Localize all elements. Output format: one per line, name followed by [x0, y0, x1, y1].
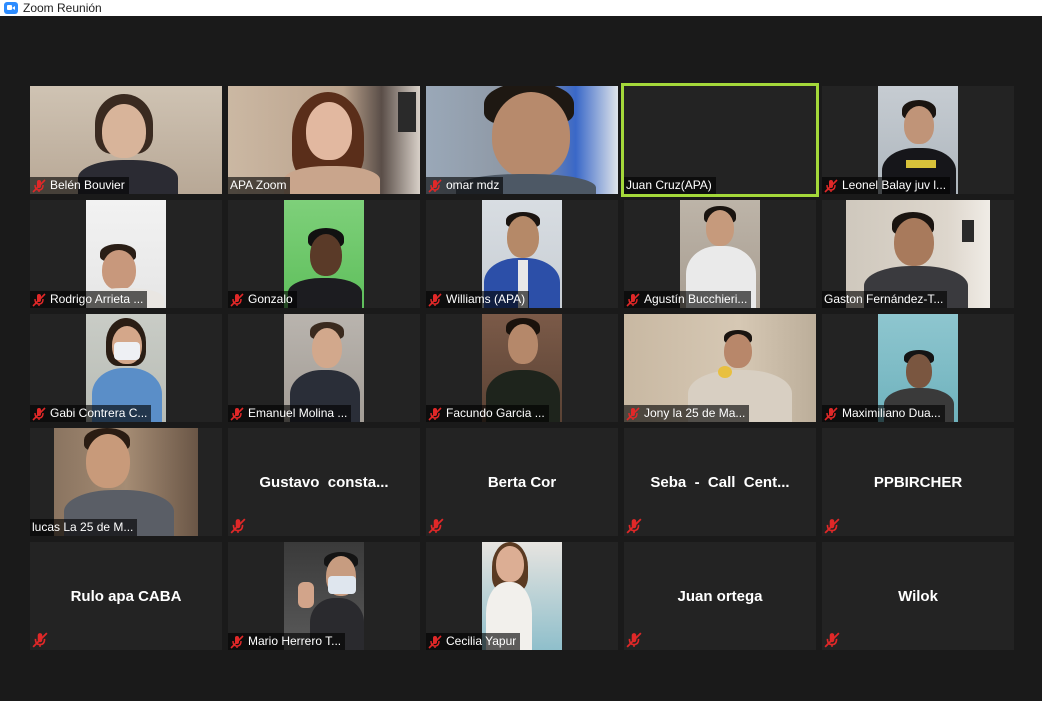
participant-tile[interactable]: Agustín Bucchieri... [624, 200, 816, 308]
muted-mic-icon [428, 178, 442, 193]
participant-name-label: Mario Herrero T... [228, 633, 346, 650]
muted-mic-icon [428, 292, 442, 307]
participant-name-label: Maximiliano Dua... [822, 405, 945, 422]
muted-mic-icon [230, 634, 244, 649]
muted-mic-icon [32, 406, 46, 421]
muted-mic-icon [824, 632, 840, 648]
participant-tile[interactable]: PPBIRCHER [822, 428, 1014, 536]
participant-tile[interactable]: Jony la 25 de Ma... [624, 314, 816, 422]
participant-name: Cecilia Yapur [446, 634, 517, 648]
muted-mic-icon [824, 178, 838, 193]
participant-tile[interactable]: Wilok [822, 542, 1014, 650]
participant-name: Agustín Bucchieri... [644, 292, 748, 306]
participant-name: Leonel Balay juv l... [842, 178, 947, 192]
participant-display-name: Gustavo consta... [259, 473, 389, 491]
participant-tile[interactable]: Rodrigo Arrieta ... [30, 200, 222, 308]
participant-name-label: APA Zoom [228, 177, 291, 194]
participant-name-label: Juan Cruz(APA) [624, 177, 716, 194]
participant-name: Williams (APA) [446, 292, 526, 306]
participant-name-label: Gabi Contrera C... [30, 405, 152, 422]
gallery-view: Belén Bouvier APA Zoom omar mdz Juan Cru… [0, 16, 1042, 701]
participant-display-name: PPBIRCHER [873, 473, 963, 491]
participant-name-label: Rodrigo Arrieta ... [30, 291, 148, 308]
participant-name: Facundo Garcia ... [446, 406, 545, 420]
participant-tile[interactable]: omar mdz [426, 86, 618, 194]
participant-tile[interactable]: Emanuel Molina ... [228, 314, 420, 422]
participant-name: Juan Cruz(APA) [626, 178, 712, 192]
participant-tile[interactable]: Leonel Balay juv l... [822, 86, 1014, 194]
muted-mic-icon [32, 292, 46, 307]
muted-mic-icon [626, 632, 642, 648]
muted-mic-icon [32, 178, 46, 193]
participant-name-label: Emanuel Molina ... [228, 405, 352, 422]
participant-tile[interactable]: Williams (APA) [426, 200, 618, 308]
participant-display-name: Juan ortega [677, 587, 763, 605]
muted-mic-icon [824, 518, 840, 534]
muted-mic-icon [230, 292, 244, 307]
muted-mic-icon [230, 518, 246, 534]
participant-tile[interactable]: Belén Bouvier [30, 86, 222, 194]
participant-tile[interactable]: Gonzalo [228, 200, 420, 308]
muted-mic-icon [824, 406, 838, 421]
participant-name: Belén Bouvier [50, 178, 125, 192]
participant-name-label: Leonel Balay juv l... [822, 177, 951, 194]
participant-tile[interactable]: Seba - Call Cent... [624, 428, 816, 536]
participant-name-label: Facundo Garcia ... [426, 405, 549, 422]
participant-name-label: lucas La 25 de M... [30, 519, 138, 536]
muted-mic-icon [428, 406, 442, 421]
participant-name-label: Belén Bouvier [30, 177, 129, 194]
participant-tile[interactable]: Gaston Fernández-T... [822, 200, 1014, 308]
muted-mic-icon [428, 518, 444, 534]
zoom-camera-icon [4, 2, 18, 14]
participant-name-label: omar mdz [426, 177, 504, 194]
participant-tile[interactable]: Juan ortega [624, 542, 816, 650]
participant-name-label: Agustín Bucchieri... [624, 291, 752, 308]
participant-name: Emanuel Molina ... [248, 406, 348, 420]
participant-tile[interactable]: Rulo apa CABA [30, 542, 222, 650]
participant-tile[interactable]: Gustavo consta... [228, 428, 420, 536]
participant-display-name: Seba - Call Cent... [650, 473, 790, 491]
participant-name: Gonzalo [248, 292, 293, 306]
participant-tile[interactable]: Maximiliano Dua... [822, 314, 1014, 422]
participant-name-label: Williams (APA) [426, 291, 530, 308]
participant-display-name: Rulo apa CABA [70, 587, 182, 605]
participant-display-name: Berta Cor [487, 473, 557, 491]
participant-tile[interactable]: Facundo Garcia ... [426, 314, 618, 422]
participant-name-label: Cecilia Yapur [426, 633, 521, 650]
participant-tile[interactable]: lucas La 25 de M... [30, 428, 222, 536]
participant-tile[interactable]: Gabi Contrera C... [30, 314, 222, 422]
muted-mic-icon [230, 406, 244, 421]
participant-name: Gabi Contrera C... [50, 406, 148, 420]
participant-name: Jony la 25 de Ma... [644, 406, 746, 420]
window-title: Zoom Reunión [23, 1, 102, 15]
participant-name: APA Zoom [230, 178, 287, 192]
muted-mic-icon [626, 518, 642, 534]
participant-name-label: Gaston Fernández-T... [822, 291, 948, 308]
window-titlebar: Zoom Reunión [0, 0, 1042, 16]
participant-tile[interactable]: Berta Cor [426, 428, 618, 536]
participant-name-label: Jony la 25 de Ma... [624, 405, 750, 422]
muted-mic-icon [626, 292, 640, 307]
participant-name: Gaston Fernández-T... [824, 292, 944, 306]
participant-tile[interactable]: APA Zoom [228, 86, 420, 194]
participant-name: lucas La 25 de M... [32, 520, 134, 534]
participant-name: Rodrigo Arrieta ... [50, 292, 144, 306]
muted-mic-icon [626, 406, 640, 421]
participant-name-label: Gonzalo [228, 291, 297, 308]
participant-grid: Belén Bouvier APA Zoom omar mdz Juan Cru… [30, 83, 1014, 650]
muted-mic-icon [32, 632, 48, 648]
participant-tile[interactable]: Cecilia Yapur [426, 542, 618, 650]
participant-display-name: Wilok [898, 587, 938, 605]
participant-name: Mario Herrero T... [248, 634, 342, 648]
participant-name: Maximiliano Dua... [842, 406, 941, 420]
participant-name: omar mdz [446, 178, 500, 192]
participant-tile-active-speaker[interactable]: Juan Cruz(APA) [621, 83, 819, 197]
muted-mic-icon [428, 634, 442, 649]
participant-tile[interactable]: Mario Herrero T... [228, 542, 420, 650]
